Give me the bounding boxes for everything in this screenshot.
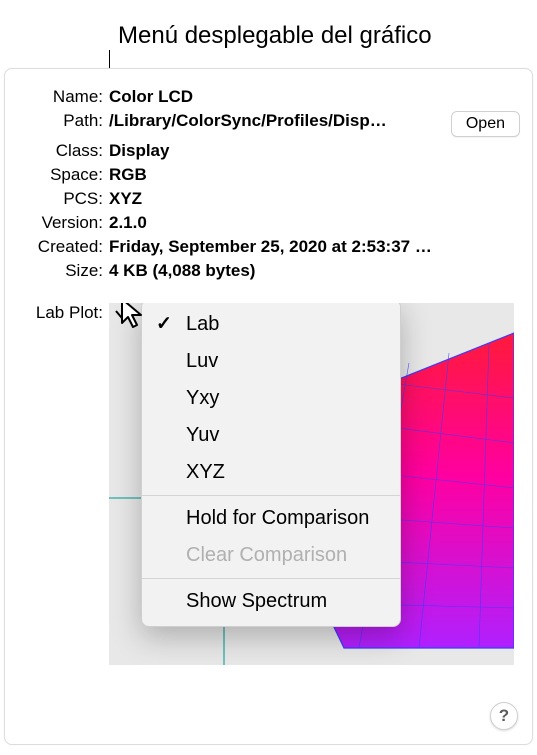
value-space: RGB (109, 165, 441, 185)
label-space: Space: (5, 165, 105, 185)
value-pcs: XYZ (109, 189, 441, 209)
label-size: Size: (5, 261, 105, 281)
menu-item-label: Hold for Comparison (186, 507, 369, 529)
menu-item-yxy[interactable]: Yxy (142, 380, 400, 417)
menu-item-label: Yxy (186, 387, 219, 409)
open-button[interactable]: Open (451, 111, 520, 137)
value-path: /Library/ColorSync/Profiles/Disp… (109, 111, 441, 131)
label-path: Path: (5, 111, 105, 131)
menu-item-yuv[interactable]: Yuv (142, 417, 400, 454)
menu-item-clear-comparison: Clear Comparison (142, 537, 400, 574)
value-size: 4 KB (4,088 bytes) (109, 261, 441, 281)
annotation-label: Menú desplegable del gráfico (118, 22, 432, 50)
lab-plot-area[interactable]: ✓ Lab Luv Yxy Yuv XYZ Hold for Compariso… (109, 303, 514, 665)
menu-item-label: Luv (186, 350, 218, 372)
menu-item-lab[interactable]: ✓ Lab (142, 306, 400, 343)
menu-item-label: XYZ (186, 461, 225, 483)
menu-separator (142, 495, 400, 496)
plot-dropdown-menu: ✓ Lab Luv Yxy Yuv XYZ Hold for Compariso… (141, 303, 401, 627)
label-lab-plot: Lab Plot: (5, 303, 105, 665)
menu-item-luv[interactable]: Luv (142, 343, 400, 380)
menu-item-show-spectrum[interactable]: Show Spectrum (142, 583, 400, 620)
label-name: Name: (5, 87, 105, 107)
menu-item-xyz[interactable]: XYZ (142, 454, 400, 491)
label-pcs: PCS: (5, 189, 105, 209)
profile-meta-table: Name: Color LCD Path: /Library/ColorSync… (5, 87, 532, 281)
help-button[interactable]: ? (490, 702, 518, 730)
check-icon: ✓ (156, 312, 172, 335)
label-class: Class: (5, 141, 105, 161)
profile-info-panel: Name: Color LCD Path: /Library/ColorSync… (4, 68, 533, 745)
plot-dropdown-trigger[interactable] (109, 303, 133, 325)
menu-item-label: Lab (186, 313, 219, 335)
value-name: Color LCD (109, 87, 441, 107)
value-version: 2.1.0 (109, 213, 441, 233)
chevron-down-icon (115, 309, 127, 319)
label-version: Version: (5, 213, 105, 233)
label-created: Created: (5, 237, 105, 257)
value-class: Display (109, 141, 441, 161)
menu-item-label: Yuv (186, 424, 219, 446)
menu-item-label: Show Spectrum (186, 590, 327, 612)
menu-separator (142, 578, 400, 579)
menu-item-label: Clear Comparison (186, 544, 347, 566)
menu-item-hold-comparison[interactable]: Hold for Comparison (142, 500, 400, 537)
value-created: Friday, September 25, 2020 at 2:53:37 P… (109, 237, 441, 257)
